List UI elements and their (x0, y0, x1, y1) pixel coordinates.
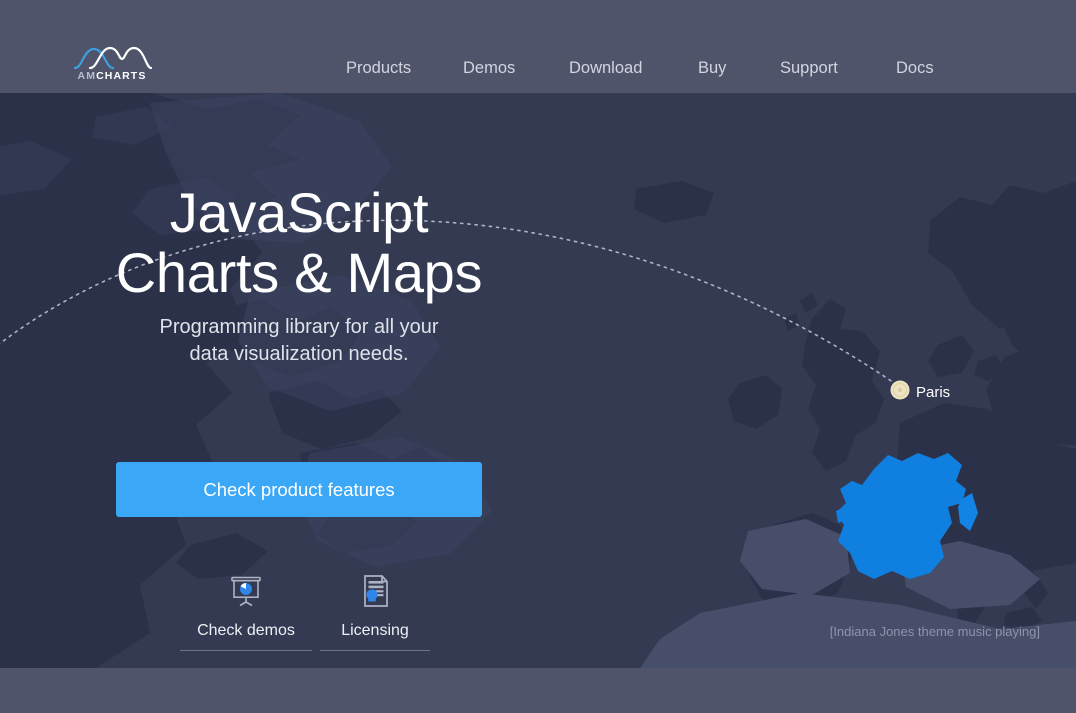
logo-word-am: AM (78, 70, 97, 82)
check-demos-label: Check demos (180, 621, 312, 651)
world-map-svg (0, 93, 1076, 668)
site-header: AMCHARTS Products Demos Download Buy Sup… (0, 0, 1076, 93)
nav-item-demos[interactable]: Demos (463, 56, 515, 80)
check-product-features-button[interactable]: Check product features (116, 462, 482, 517)
world-map-canvas[interactable] (0, 93, 1076, 668)
license-document-icon (320, 571, 430, 611)
nav-item-products[interactable]: Products (346, 56, 411, 80)
licensing-label: Licensing (320, 621, 430, 651)
nav-item-support[interactable]: Support (780, 56, 838, 80)
city-marker-icon[interactable] (891, 381, 910, 400)
presentation-pie-chart-icon (180, 571, 312, 611)
amcharts-wordmark: AMCHARTS (72, 70, 152, 82)
main-navigation: Products Demos Download Buy Support Docs (330, 56, 950, 82)
amcharts-logo[interactable]: AMCHARTS (72, 45, 152, 85)
nav-item-download[interactable]: Download (569, 56, 642, 80)
licensing-link[interactable]: Licensing (320, 571, 430, 651)
nav-item-buy[interactable]: Buy (698, 56, 726, 80)
page-root: Paris [Indiana Jones theme music playing… (0, 0, 1076, 713)
bell-curve-logo-icon (72, 45, 152, 71)
footer-bar (0, 668, 1076, 713)
hero-quicklinks: Check demos Licensing (180, 571, 430, 661)
logo-word-charts: CHARTS (96, 70, 146, 82)
nav-item-docs[interactable]: Docs (896, 56, 934, 80)
subtitle-caption: [Indiana Jones theme music playing] (760, 623, 1040, 641)
check-demos-link[interactable]: Check demos (180, 571, 312, 651)
